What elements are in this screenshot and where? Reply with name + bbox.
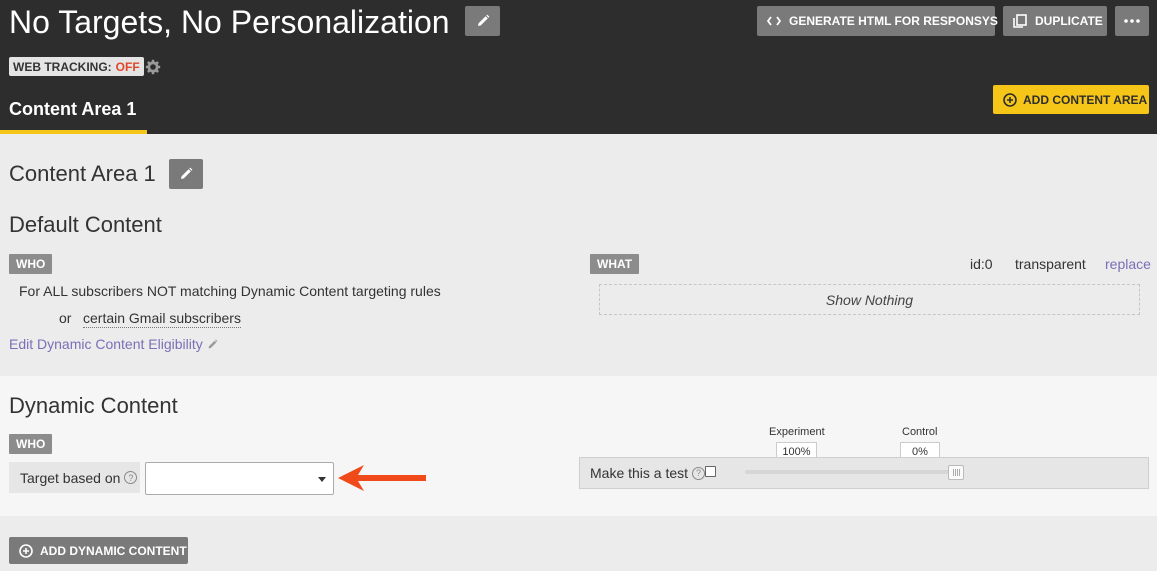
pencil-icon [477,14,489,26]
make-test-checkbox[interactable] [705,466,716,477]
edit-eligibility-label: Edit Dynamic Content Eligibility [9,336,203,352]
web-tracking-label: WEB TRACKING: [13,59,112,74]
arrow-left-icon [338,465,426,491]
target-select[interactable] [145,462,334,495]
dynamic-content-heading: Dynamic Content [9,393,178,418]
plus-circle-icon [19,543,33,558]
add-content-area-label: ADD CONTENT AREA [1023,92,1148,107]
tab-content-area-1-label: Content Area 1 [9,99,137,119]
default-content-heading: Default Content [9,212,162,237]
add-dynamic-content-button[interactable]: ADD DYNAMIC CONTENT [9,537,188,564]
ellipsis-icon [1124,19,1140,23]
generate-html-button[interactable]: GENERATE HTML FOR RESPONSYS [757,6,998,36]
add-content-area-button[interactable]: ADD CONTENT AREA [993,85,1149,114]
what-badge: WHAT [590,254,640,274]
edit-content-area-button[interactable] [169,159,203,189]
who-badge: WHO [9,434,53,454]
or-text: or [59,310,72,326]
edit-eligibility-link[interactable]: Edit Dynamic Content Eligibility [9,336,218,352]
gmail-subscribers-text[interactable]: certain Gmail subscribers [83,310,241,328]
who-badge: WHO [9,254,53,274]
content-area-title: Content Area 1 [9,161,156,186]
gear-icon[interactable] [145,59,161,75]
more-options-button[interactable] [1115,6,1149,36]
duplicate-button[interactable]: DUPLICATE [1003,6,1107,36]
generate-html-label: GENERATE HTML FOR RESPONSYS [789,14,998,28]
plus-circle-icon [1003,92,1017,107]
replace-link[interactable]: replace [1105,256,1151,272]
experiment-slider-track[interactable] [745,470,960,474]
experiment-slider-handle[interactable] [948,465,964,480]
web-tracking-value: OFF [115,59,140,74]
page-title: No Targets, No Personalization [9,4,450,40]
content-type: transparent [1015,256,1086,272]
pencil-icon [207,338,218,350]
help-icon[interactable]: ? [124,471,138,484]
show-nothing-box: Show Nothing [599,284,1140,315]
content-id: id:0 [970,256,993,272]
default-rule-text: For ALL subscribers NOT matching Dynamic… [19,283,441,299]
experiment-label: Experiment [769,426,825,438]
make-test-label: Make this a test ? [590,465,706,481]
pencil-icon [181,167,193,179]
target-based-on-label: Target based on ? [9,462,140,493]
add-dynamic-content-label: ADD DYNAMIC CONTENT [40,543,187,558]
make-test-text: Make this a test [590,465,689,481]
target-label-text: Target based on [20,469,121,486]
control-label: Control [902,426,938,438]
web-tracking-badge: WEB TRACKING: OFF [9,57,144,76]
duplicate-label: DUPLICATE [1035,14,1103,28]
chevron-down-icon [318,477,326,482]
edit-title-button[interactable] [465,6,500,36]
copy-icon [1013,14,1027,28]
help-icon[interactable]: ? [692,466,706,480]
code-icon [767,16,781,26]
